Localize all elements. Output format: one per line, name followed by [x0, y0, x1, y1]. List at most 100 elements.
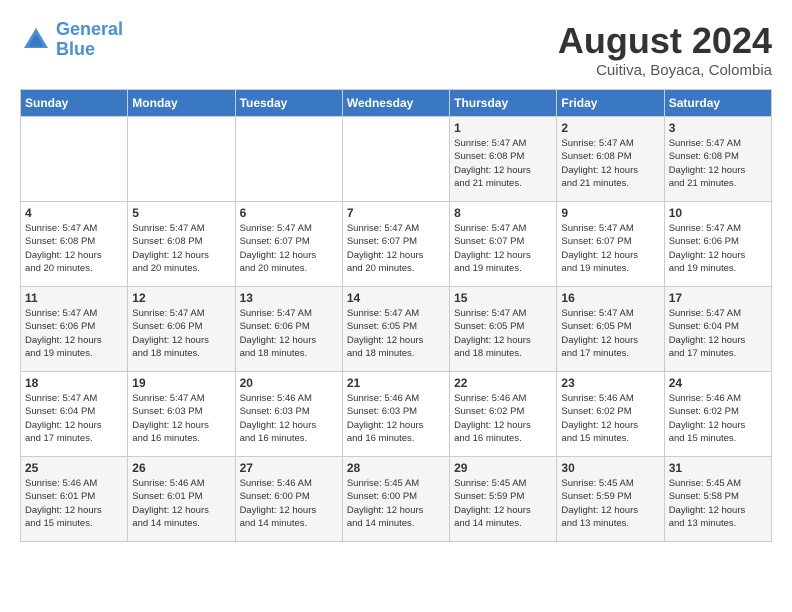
day-number: 1 [454, 121, 552, 135]
calendar-cell [342, 117, 449, 202]
day-number: 27 [240, 461, 338, 475]
calendar-cell [128, 117, 235, 202]
day-number: 2 [561, 121, 659, 135]
day-number: 13 [240, 291, 338, 305]
day-info: Sunrise: 5:47 AM Sunset: 6:07 PM Dayligh… [454, 222, 552, 275]
day-info: Sunrise: 5:47 AM Sunset: 6:08 PM Dayligh… [561, 137, 659, 190]
day-number: 3 [669, 121, 767, 135]
day-number: 19 [132, 376, 230, 390]
day-info: Sunrise: 5:45 AM Sunset: 5:59 PM Dayligh… [454, 477, 552, 530]
day-number: 12 [132, 291, 230, 305]
weekday-header: Thursday [450, 90, 557, 117]
calendar-cell: 31Sunrise: 5:45 AM Sunset: 5:58 PM Dayli… [664, 457, 771, 542]
day-info: Sunrise: 5:47 AM Sunset: 6:05 PM Dayligh… [561, 307, 659, 360]
day-info: Sunrise: 5:45 AM Sunset: 5:59 PM Dayligh… [561, 477, 659, 530]
day-number: 5 [132, 206, 230, 220]
day-number: 11 [25, 291, 123, 305]
calendar-cell: 7 Sunrise: 5:47 AM Sunset: 6:07 PM Daylig… [342, 202, 449, 287]
calendar-cell: 20Sunrise: 5:46 AM Sunset: 6:03 PM Dayli… [235, 372, 342, 457]
day-info: Sunrise: 5:46 AM Sunset: 6:02 PM Dayligh… [669, 392, 767, 445]
location-subtitle: Cuitiva, Boyaca, Colombia [558, 62, 772, 79]
day-info: Sunrise: 5:47 AM Sunset: 6:07 PM Dayligh… [240, 222, 338, 275]
day-info: Sunrise: 5:47 AM Sunset: 6:08 PM Dayligh… [454, 137, 552, 190]
logo-icon [20, 24, 52, 56]
calendar-cell: 26 Sunrise: 5:46 AM Sunset: 6:01 PM Dayli… [128, 457, 235, 542]
day-info: Sunrise: 5:46 AM Sunset: 6:03 PM Dayligh… [347, 392, 445, 445]
weekday-header: Saturday [664, 90, 771, 117]
day-number: 31 [669, 461, 767, 475]
weekday-header: Tuesday [235, 90, 342, 117]
weekday-header: Monday [128, 90, 235, 117]
calendar-cell: 1 Sunrise: 5:47 AM Sunset: 6:08 PM Daylig… [450, 117, 557, 202]
weekday-header: Friday [557, 90, 664, 117]
day-info: Sunrise: 5:47 AM Sunset: 6:07 PM Dayligh… [561, 222, 659, 275]
logo: General Blue [20, 20, 123, 60]
day-number: 14 [347, 291, 445, 305]
calendar-cell [235, 117, 342, 202]
calendar-cell: 2 Sunrise: 5:47 AM Sunset: 6:08 PM Daylig… [557, 117, 664, 202]
calendar-week-row: 1 Sunrise: 5:47 AM Sunset: 6:08 PM Daylig… [21, 117, 772, 202]
day-info: Sunrise: 5:45 AM Sunset: 6:00 PM Dayligh… [347, 477, 445, 530]
calendar-cell: 14Sunrise: 5:47 AM Sunset: 6:05 PM Dayli… [342, 287, 449, 372]
day-info: Sunrise: 5:47 AM Sunset: 6:07 PM Dayligh… [347, 222, 445, 275]
weekday-header: Sunday [21, 90, 128, 117]
title-block: August 2024 Cuitiva, Boyaca, Colombia [558, 20, 772, 79]
calendar-cell: 15Sunrise: 5:47 AM Sunset: 6:05 PM Dayli… [450, 287, 557, 372]
day-info: Sunrise: 5:47 AM Sunset: 6:06 PM Dayligh… [669, 222, 767, 275]
day-info: Sunrise: 5:47 AM Sunset: 6:03 PM Dayligh… [132, 392, 230, 445]
day-number: 16 [561, 291, 659, 305]
calendar-cell: 24Sunrise: 5:46 AM Sunset: 6:02 PM Dayli… [664, 372, 771, 457]
calendar-cell: 17Sunrise: 5:47 AM Sunset: 6:04 PM Dayli… [664, 287, 771, 372]
day-info: Sunrise: 5:46 AM Sunset: 6:01 PM Dayligh… [132, 477, 230, 530]
calendar-cell: 9 Sunrise: 5:47 AM Sunset: 6:07 PM Daylig… [557, 202, 664, 287]
day-number: 23 [561, 376, 659, 390]
day-info: Sunrise: 5:47 AM Sunset: 6:06 PM Dayligh… [132, 307, 230, 360]
calendar-cell: 3 Sunrise: 5:47 AM Sunset: 6:08 PM Daylig… [664, 117, 771, 202]
day-info: Sunrise: 5:47 AM Sunset: 6:08 PM Dayligh… [669, 137, 767, 190]
day-number: 15 [454, 291, 552, 305]
day-number: 29 [454, 461, 552, 475]
calendar-cell: 8Sunrise: 5:47 AM Sunset: 6:07 PM Daylig… [450, 202, 557, 287]
day-number: 20 [240, 376, 338, 390]
calendar-cell: 18 Sunrise: 5:47 AM Sunset: 6:04 PM Dayli… [21, 372, 128, 457]
logo-text: General Blue [56, 20, 123, 60]
day-number: 21 [347, 376, 445, 390]
calendar-cell: 22 Sunrise: 5:46 AM Sunset: 6:02 PM Dayli… [450, 372, 557, 457]
calendar-cell: 21 Sunrise: 5:46 AM Sunset: 6:03 PM Dayli… [342, 372, 449, 457]
day-number: 25 [25, 461, 123, 475]
page-header: General Blue August 2024 Cuitiva, Boyaca… [20, 20, 772, 79]
calendar-cell: 10 Sunrise: 5:47 AM Sunset: 6:06 PM Dayli… [664, 202, 771, 287]
day-info: Sunrise: 5:47 AM Sunset: 6:08 PM Dayligh… [25, 222, 123, 275]
calendar-cell: 23 Sunrise: 5:46 AM Sunset: 6:02 PM Dayli… [557, 372, 664, 457]
weekday-header: Wednesday [342, 90, 449, 117]
day-number: 7 [347, 206, 445, 220]
day-info: Sunrise: 5:47 AM Sunset: 6:08 PM Dayligh… [132, 222, 230, 275]
calendar-cell: 5 Sunrise: 5:47 AM Sunset: 6:08 PM Daylig… [128, 202, 235, 287]
day-info: Sunrise: 5:47 AM Sunset: 6:06 PM Dayligh… [25, 307, 123, 360]
day-number: 9 [561, 206, 659, 220]
day-info: Sunrise: 5:46 AM Sunset: 6:02 PM Dayligh… [454, 392, 552, 445]
calendar-cell: 28 Sunrise: 5:45 AM Sunset: 6:00 PM Dayli… [342, 457, 449, 542]
calendar-table: SundayMondayTuesdayWednesdayThursdayFrid… [20, 89, 772, 542]
calendar-cell: 19 Sunrise: 5:47 AM Sunset: 6:03 PM Dayli… [128, 372, 235, 457]
day-info: Sunrise: 5:46 AM Sunset: 6:02 PM Dayligh… [561, 392, 659, 445]
calendar-cell: 16 Sunrise: 5:47 AM Sunset: 6:05 PM Dayli… [557, 287, 664, 372]
calendar-cell: 27Sunrise: 5:46 AM Sunset: 6:00 PM Dayli… [235, 457, 342, 542]
calendar-week-row: 11 Sunrise: 5:47 AM Sunset: 6:06 PM Dayli… [21, 287, 772, 372]
day-info: Sunrise: 5:47 AM Sunset: 6:04 PM Dayligh… [25, 392, 123, 445]
calendar-cell: 12 Sunrise: 5:47 AM Sunset: 6:06 PM Dayli… [128, 287, 235, 372]
day-number: 26 [132, 461, 230, 475]
day-number: 10 [669, 206, 767, 220]
calendar-cell: 30Sunrise: 5:45 AM Sunset: 5:59 PM Dayli… [557, 457, 664, 542]
day-number: 18 [25, 376, 123, 390]
calendar-cell: 25 Sunrise: 5:46 AM Sunset: 6:01 PM Dayli… [21, 457, 128, 542]
calendar-cell: 6 Sunrise: 5:47 AM Sunset: 6:07 PM Daylig… [235, 202, 342, 287]
calendar-week-row: 25 Sunrise: 5:46 AM Sunset: 6:01 PM Dayli… [21, 457, 772, 542]
day-info: Sunrise: 5:47 AM Sunset: 6:06 PM Dayligh… [240, 307, 338, 360]
day-number: 6 [240, 206, 338, 220]
calendar-cell: 13 Sunrise: 5:47 AM Sunset: 6:06 PM Dayli… [235, 287, 342, 372]
day-number: 28 [347, 461, 445, 475]
month-year-title: August 2024 [558, 20, 772, 62]
day-info: Sunrise: 5:46 AM Sunset: 6:01 PM Dayligh… [25, 477, 123, 530]
day-number: 22 [454, 376, 552, 390]
